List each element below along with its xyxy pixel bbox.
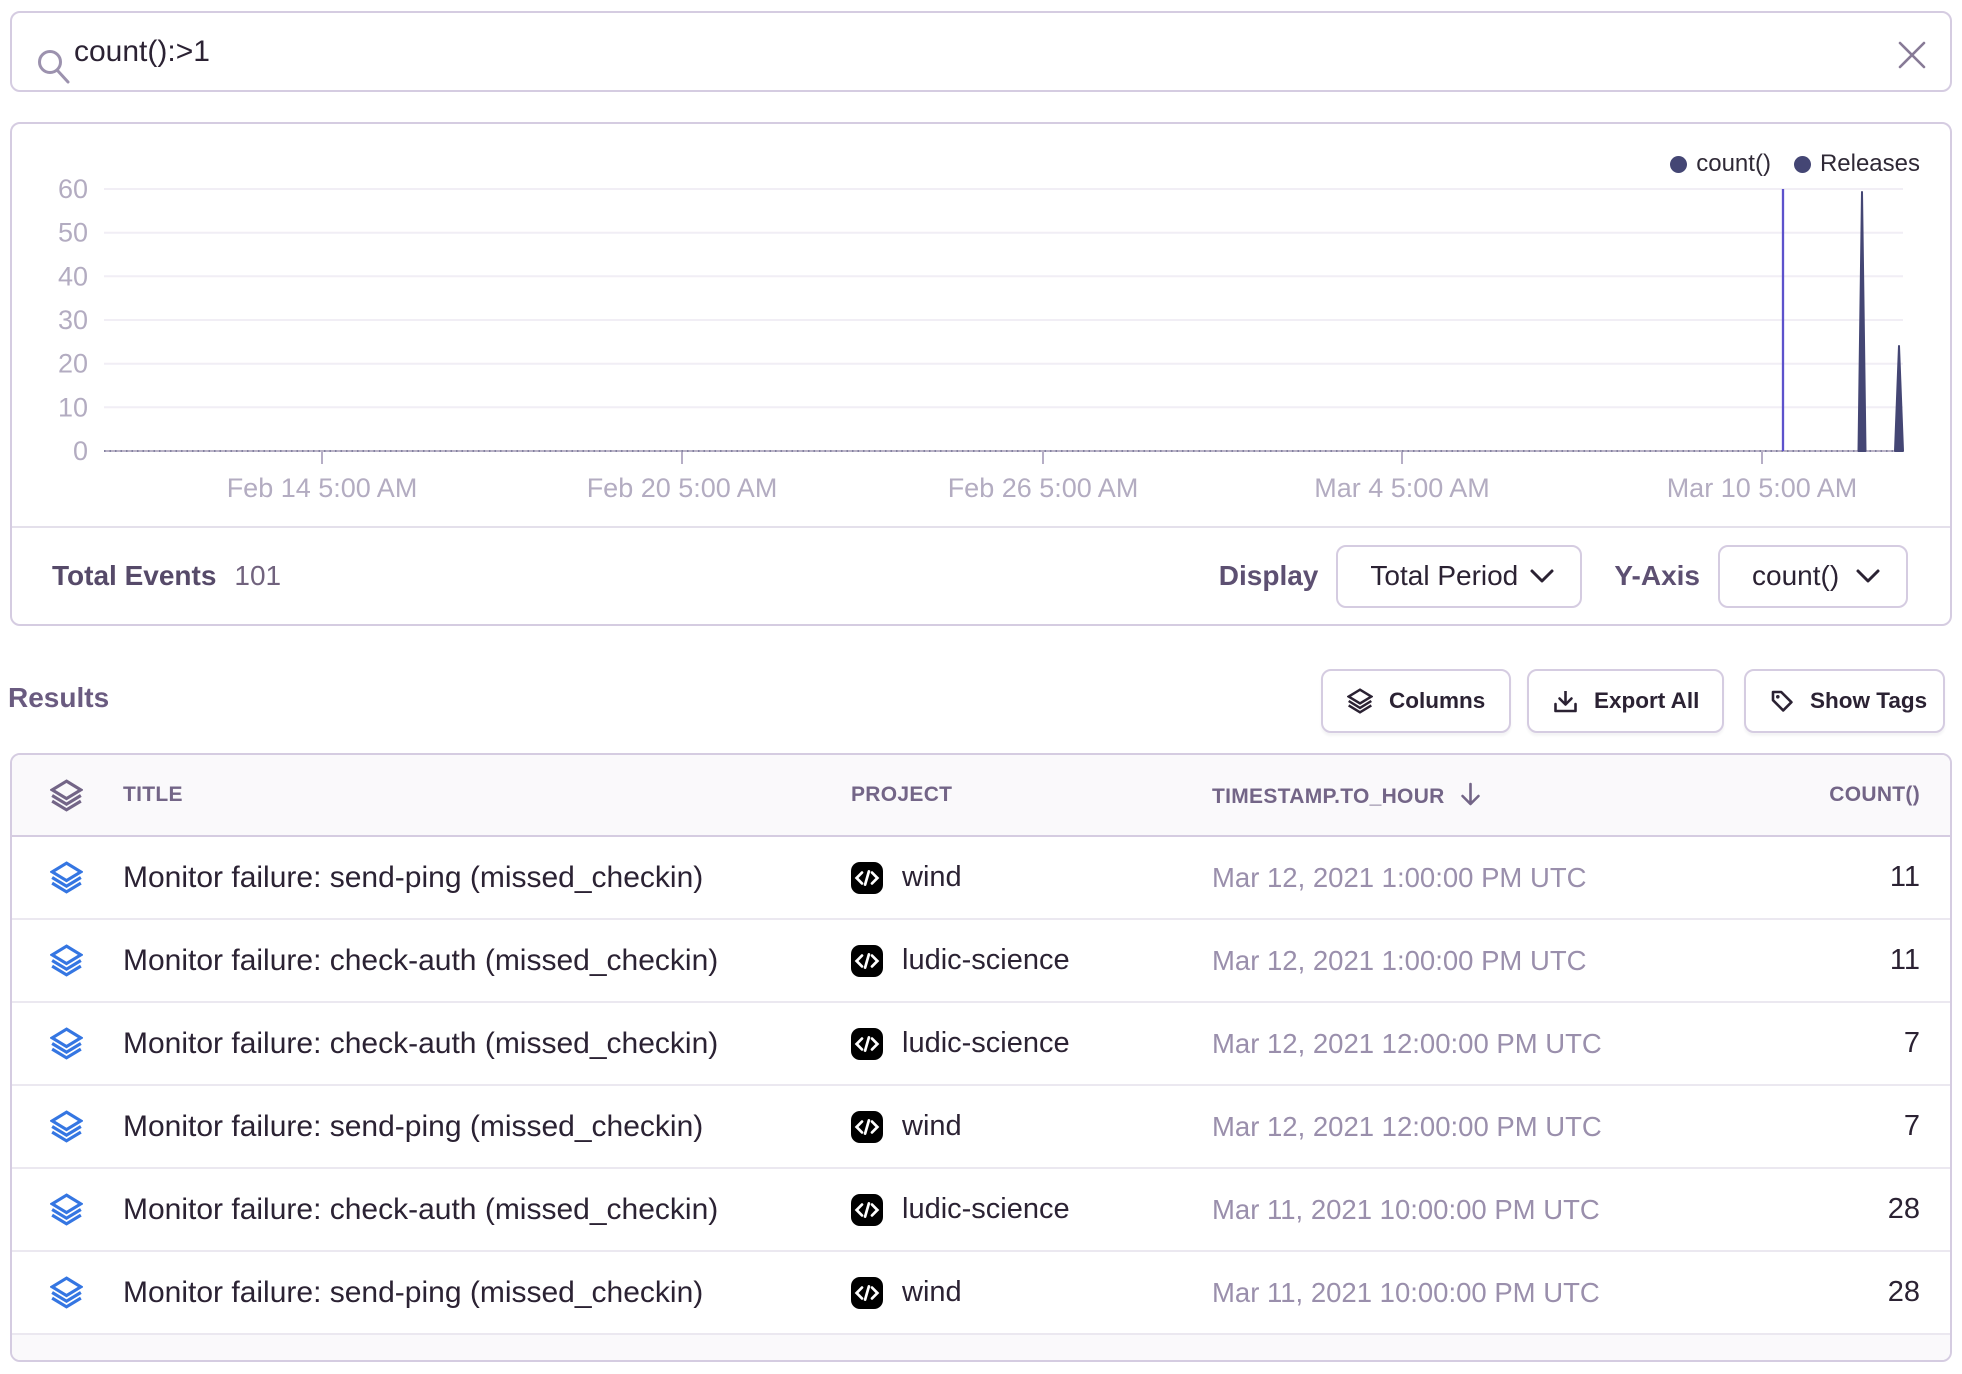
svg-text:Mar 10 5:00 AM: Mar 10 5:00 AM <box>1667 473 1858 503</box>
svg-text:50: 50 <box>58 218 88 248</box>
svg-text:60: 60 <box>58 174 88 204</box>
svg-text:40: 40 <box>58 261 88 291</box>
svg-text:0: 0 <box>73 436 88 466</box>
svg-text:Feb 26 5:00 AM: Feb 26 5:00 AM <box>948 473 1139 503</box>
svg-text:20: 20 <box>58 349 88 379</box>
svg-text:Mar 4 5:00 AM: Mar 4 5:00 AM <box>1314 473 1490 503</box>
svg-text:Feb 14 5:00 AM: Feb 14 5:00 AM <box>227 473 418 503</box>
svg-text:10: 10 <box>58 392 88 422</box>
svg-text:Feb 20 5:00 AM: Feb 20 5:00 AM <box>587 473 778 503</box>
svg-text:30: 30 <box>58 305 88 335</box>
